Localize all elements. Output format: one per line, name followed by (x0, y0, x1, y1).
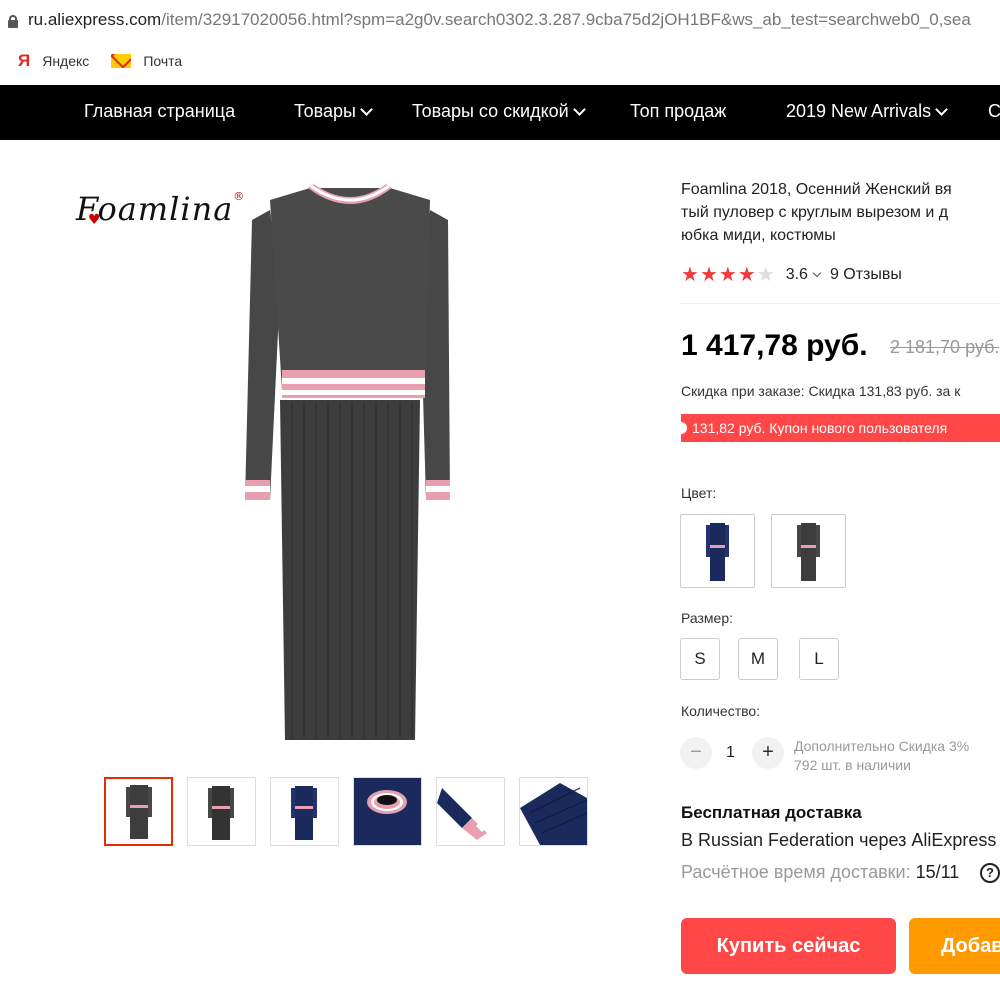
nav-more-label: С (988, 101, 1000, 121)
title-line: юбка миди, костюмы (681, 227, 836, 244)
url-path: /item/32917020056.html?spm=a2g0v.search0… (161, 10, 971, 29)
bookmark-mail[interactable]: Почта (111, 53, 182, 69)
add-to-cart-button[interactable]: Добав (909, 918, 1000, 974)
address-bar[interactable]: ru.aliexpress.com/item/32917020056.html?… (0, 0, 1000, 40)
size-option-s[interactable]: S (680, 638, 720, 680)
color-label: Цвет: (681, 485, 717, 501)
star-empty-icon: ★ (756, 264, 775, 286)
chevron-down-icon (360, 103, 373, 116)
store-nav: Главная страница Товары Товары со скидко… (0, 85, 1000, 140)
nav-more[interactable]: С (988, 101, 1000, 122)
star-icon: ★ (737, 264, 756, 286)
mail-icon (111, 54, 132, 68)
coupon-label: 131,82 руб. Купон нового пользователя (692, 420, 948, 436)
shipping-title: Бесплатная доставка (681, 803, 862, 822)
nav-new-label: 2019 New Arrivals (786, 101, 932, 121)
title-line: Foamlina 2018, Осенний Женский вя (681, 181, 952, 198)
yandex-icon: Я (18, 51, 31, 70)
heart-icon: ♥ (88, 212, 102, 228)
color-option-black[interactable] (771, 514, 846, 588)
thumbnail-4[interactable] (353, 777, 422, 846)
reviews-link[interactable]: 9 Отзывы (830, 266, 902, 284)
stock-count: 792 шт. в наличии (794, 757, 911, 773)
nav-discounted[interactable]: Товары со скидкой (412, 101, 586, 122)
shipping-method[interactable]: В Russian Federation через AliExpress (681, 830, 996, 851)
buy-now-button[interactable]: Купить сейчас (681, 918, 896, 974)
brand-logo: Foamlina® ♥ (76, 190, 245, 228)
star-icon: ★ (681, 264, 699, 286)
extra-discount: Дополнительно Скидка 3% (794, 738, 970, 754)
current-price: 1 417,78 руб. (681, 329, 868, 362)
bookmark-label: Яндекс (42, 53, 90, 69)
old-price: 2 181,70 руб. (890, 337, 1000, 357)
chevron-down-icon[interactable] (812, 268, 822, 277)
color-option-navy[interactable] (680, 514, 755, 588)
product-main-image[interactable] (230, 180, 470, 750)
quantity-value[interactable]: 1 (726, 744, 735, 762)
lock-icon (8, 14, 18, 28)
thumbnail-6[interactable] (519, 777, 588, 846)
size-option-m[interactable]: M (738, 638, 778, 680)
bookmarks-bar: Я Яндекс Почта (0, 40, 1000, 82)
delivery-date: 15/11 (915, 862, 960, 882)
quantity-label: Количество: (681, 703, 761, 719)
chevron-down-icon (935, 103, 948, 116)
star-icon: ★ (699, 264, 718, 286)
quantity-plus-button[interactable]: + (752, 737, 784, 769)
quantity-minus-button[interactable]: − (680, 737, 712, 769)
delivery-label: Расчётное время доставки: (681, 862, 911, 882)
nav-home-label: Главная страница (84, 101, 236, 121)
thumbnail-strip (104, 777, 602, 846)
nav-discounted-label: Товары со скидкой (412, 101, 569, 121)
help-icon[interactable]: ? (980, 863, 1000, 883)
nav-top-label: Топ продаж (630, 101, 727, 121)
rating-row: ★ ★ ★ ★ ★ 3.6 9 Отзывы (681, 262, 902, 287)
chevron-down-icon (572, 103, 586, 116)
product-title: Foamlina 2018, Осенний Женский вя тый пу… (681, 178, 1000, 247)
thumbnail-5[interactable] (436, 777, 505, 846)
nav-goods-label: Товары (294, 101, 356, 121)
thumbnail-1[interactable] (104, 777, 173, 846)
rating-score[interactable]: 3.6 (786, 266, 808, 284)
nav-top[interactable]: Топ продаж (630, 101, 726, 122)
bookmark-label: Почта (143, 53, 183, 69)
thumbnail-3[interactable] (270, 777, 339, 846)
thumbnail-2[interactable] (187, 777, 256, 846)
size-option-l[interactable]: L (799, 638, 839, 680)
star-icon: ★ (718, 264, 737, 286)
url-text[interactable]: ru.aliexpress.com/item/32917020056.html?… (28, 10, 971, 30)
url-host: ru.aliexpress.com (28, 10, 162, 29)
nav-goods[interactable]: Товары (294, 101, 373, 122)
title-line: тый пуловер с круглым вырезом и д (681, 204, 949, 221)
nav-new[interactable]: 2019 New Arrivals (786, 101, 948, 122)
new-user-coupon[interactable]: 131,82 руб. Купон нового пользователя (681, 414, 1000, 442)
divider (681, 303, 1000, 304)
nav-home[interactable]: Главная страница (84, 101, 235, 122)
delivery-time: Расчётное время доставки: 15/11 (681, 862, 959, 883)
order-discount: Скидка при заказе: Скидка 131,83 руб. за… (681, 383, 961, 399)
size-label: Размер: (681, 610, 734, 626)
bookmark-yandex[interactable]: Я Яндекс (18, 51, 89, 71)
stock-info: Дополнительно Скидка 3% 792 шт. в наличи… (794, 737, 969, 775)
